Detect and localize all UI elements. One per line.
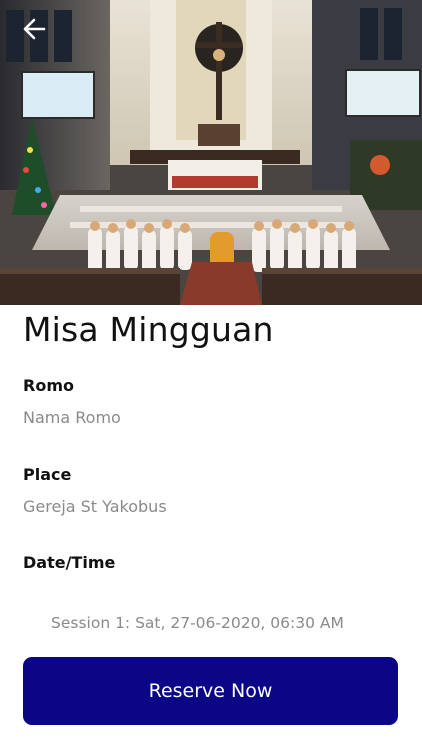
back-button[interactable] xyxy=(14,12,54,46)
romo-label: Romo xyxy=(23,376,74,395)
reserve-now-button[interactable]: Reserve Now xyxy=(23,657,398,725)
place-label: Place xyxy=(23,465,72,484)
reserve-now-label: Reserve Now xyxy=(148,680,273,702)
session-item[interactable]: Session 1: Sat, 27-06-2020, 06:30 AM xyxy=(51,614,344,632)
arrow-left-icon xyxy=(22,18,46,40)
church-altar-photo xyxy=(0,0,422,305)
datetime-label: Date/Time xyxy=(23,553,116,572)
romo-value: Nama Romo xyxy=(23,408,121,427)
place-value: Gereja St Yakobus xyxy=(23,497,167,516)
event-title: Misa Mingguan xyxy=(23,310,274,349)
